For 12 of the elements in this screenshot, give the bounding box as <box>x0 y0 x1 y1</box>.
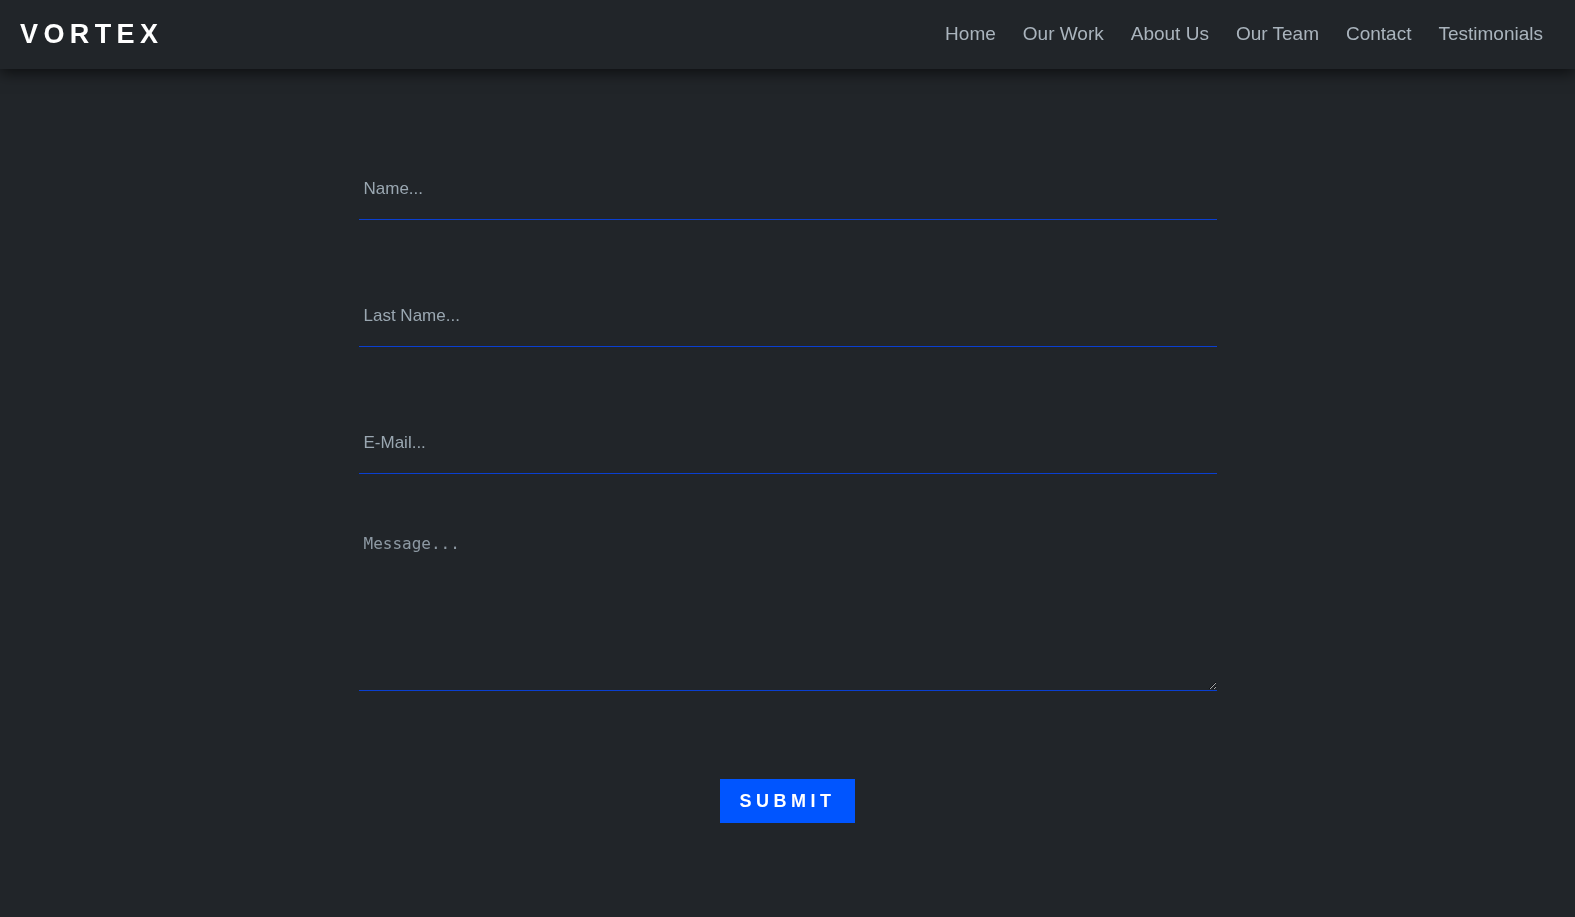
submit-button[interactable]: SUBMIT <box>720 779 855 823</box>
message-field[interactable]: Message... <box>358 520 1217 691</box>
nav-link[interactable]: Testimonials <box>1438 20 1543 49</box>
nav-link[interactable]: Contact <box>1345 20 1412 49</box>
text-field[interactable]: Last Name... <box>358 266 1217 347</box>
text-field[interactable]: Name... <box>358 139 1217 220</box>
text-field[interactable]: E-Mail... <box>358 393 1217 474</box>
nav-link[interactable]: Our Work <box>1022 20 1104 49</box>
nav-link[interactable]: About Us <box>1130 20 1209 49</box>
logo[interactable]: VORTEX <box>20 14 164 55</box>
nav-link[interactable]: Home <box>945 20 996 49</box>
nav-link[interactable]: Our Team <box>1235 20 1319 49</box>
